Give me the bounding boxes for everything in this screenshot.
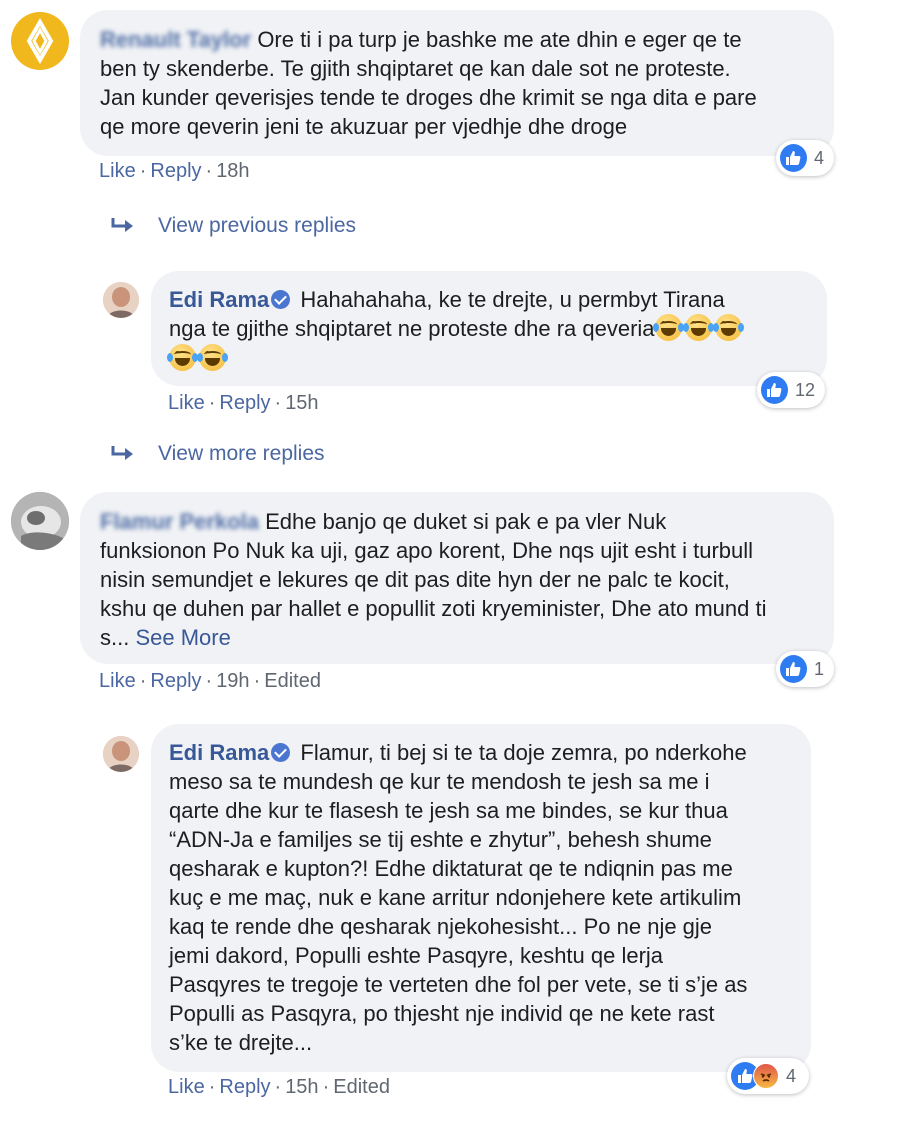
- thumbs-up-icon: [780, 144, 807, 172]
- comment-author[interactable]: Renault Taylor: [100, 27, 251, 52]
- like-link[interactable]: Like: [99, 160, 136, 182]
- reaction-summary[interactable]: 1: [776, 651, 834, 687]
- comment-actions: Like · Reply · 19h · Edited: [99, 670, 321, 692]
- like-link[interactable]: Like: [168, 1076, 205, 1098]
- reply-link[interactable]: Reply: [219, 1076, 270, 1098]
- reply-actions: Like · Reply · 15h: [168, 392, 319, 414]
- reaction-count: 12: [794, 379, 815, 400]
- laughing-emoji-icon: [197, 344, 228, 371]
- reaction-count: 4: [813, 147, 824, 168]
- edited-label[interactable]: Edited: [264, 670, 321, 692]
- reaction-summary[interactable]: 4: [776, 140, 834, 176]
- like-link[interactable]: Like: [168, 392, 205, 414]
- reply-link[interactable]: Reply: [150, 160, 201, 182]
- thumbs-up-icon: [761, 376, 788, 404]
- reply-text: Flamur, ti bej si te ta doje zemra, po n…: [169, 740, 748, 1055]
- comment-bubble: Flamur Perkola Edhe banjo qe duket si pa…: [80, 492, 834, 664]
- reply-link[interactable]: Reply: [150, 670, 201, 692]
- renault-logo-icon: [26, 18, 54, 64]
- reply-arrow-icon: [111, 446, 133, 460]
- reply-time[interactable]: 15h: [285, 1076, 318, 1098]
- comment-actions: Like · Reply · 18h: [99, 160, 250, 182]
- edited-label[interactable]: Edited: [333, 1076, 390, 1098]
- reply-bubble: Edi Rama Hahahahaha, ke te drejte, u per…: [151, 271, 827, 386]
- commenter-avatar[interactable]: [11, 12, 69, 70]
- verified-badge-icon: [271, 290, 291, 309]
- verified-badge-icon: [271, 743, 291, 762]
- reply-avatar[interactable]: [103, 736, 139, 772]
- reply-author[interactable]: Edi Rama: [169, 287, 269, 312]
- laughing-emoji-icon: [682, 314, 714, 341]
- reply-actions: Like · Reply · 15h · Edited: [168, 1076, 390, 1098]
- view-more-replies-link[interactable]: View more replies: [110, 442, 325, 466]
- laughing-emoji-icon: [652, 314, 684, 341]
- reaction-count: 1: [813, 658, 824, 679]
- profile-photo-icon: [11, 492, 69, 550]
- laughing-emoji-group: [167, 344, 809, 373]
- reply-bubble: Edi Rama Flamur, ti bej si te ta doje ze…: [151, 724, 811, 1072]
- reply-link[interactable]: Reply: [219, 392, 270, 414]
- comment-time[interactable]: 19h: [216, 670, 249, 692]
- commenter-avatar[interactable]: [11, 492, 69, 550]
- thumbs-up-icon: [780, 655, 807, 683]
- reply-arrow-icon: [111, 218, 133, 232]
- like-link[interactable]: Like: [99, 670, 136, 692]
- reaction-count: 4: [786, 1065, 797, 1086]
- comment-bubble: Renault Taylor Ore ti i pa turp je bashk…: [80, 10, 834, 156]
- profile-photo-icon: [103, 282, 139, 318]
- reply-avatar[interactable]: [103, 282, 139, 318]
- reply-time[interactable]: 15h: [285, 392, 318, 414]
- angry-reaction-icon: [753, 1063, 779, 1089]
- comment-author[interactable]: Flamur Perkola: [100, 509, 259, 534]
- reply-author[interactable]: Edi Rama: [169, 740, 269, 765]
- laughing-emoji-group: [652, 314, 745, 341]
- see-more-link[interactable]: See More: [135, 625, 230, 650]
- view-previous-replies-link[interactable]: View previous replies: [110, 214, 356, 238]
- laughing-emoji-icon: [712, 314, 744, 341]
- laughing-emoji-icon: [167, 344, 198, 371]
- reaction-summary[interactable]: 4: [727, 1058, 809, 1094]
- reaction-summary[interactable]: 12: [757, 372, 825, 408]
- profile-photo-icon: [103, 736, 139, 772]
- comment-time[interactable]: 18h: [216, 160, 249, 182]
